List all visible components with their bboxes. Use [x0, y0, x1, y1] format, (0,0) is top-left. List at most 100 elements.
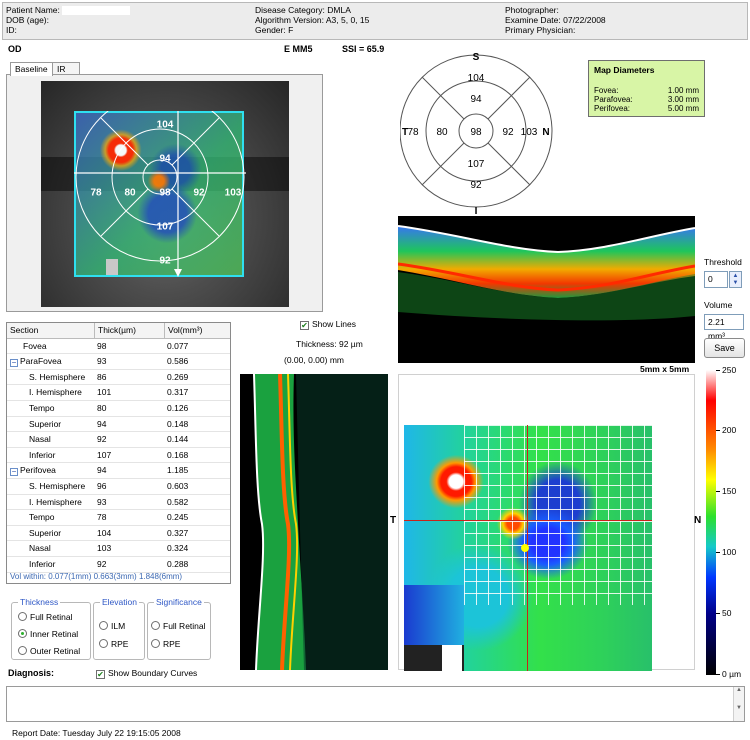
diagnosis-scrollbar[interactable]: ▲ ▼: [733, 687, 744, 721]
significance-group: Significance Full Retinal RPE: [147, 597, 211, 660]
table-row[interactable]: Inferior 92 0.288: [7, 557, 230, 573]
radio-sig-rpe[interactable]: RPE: [151, 639, 180, 649]
spinner-up-icon[interactable]: ▲: [730, 272, 741, 280]
chart-center: 98: [470, 127, 482, 138]
table-row[interactable]: Tempo 80 0.126: [7, 401, 230, 417]
table-header: Section Thick(µm) Vol(mm³): [7, 323, 230, 339]
show-boundary-checkbox[interactable]: ✔ Show Boundary Curves: [96, 668, 197, 679]
chart-inferior-inner: 107: [468, 159, 485, 170]
table-row[interactable]: Inferior 107 0.168: [7, 448, 230, 464]
physician-info: Photographer: Examine Date: 07/22/2008 P…: [505, 5, 606, 35]
table-row[interactable]: Nasal 103 0.324: [7, 541, 230, 557]
collapse-icon[interactable]: −: [10, 359, 18, 368]
radio-icon: [99, 621, 108, 630]
radio-sig-full-retinal[interactable]: Full Retinal: [151, 621, 206, 631]
table-row[interactable]: Nasal 92 0.144: [7, 432, 230, 448]
radio-outer-retinal[interactable]: Outer Retinal: [18, 646, 80, 656]
thickness-group-title: Thickness: [18, 597, 61, 607]
thickness-readout: Thickness: 92 µm: [296, 339, 363, 349]
table-row[interactable]: Tempo 78 0.245: [7, 510, 230, 526]
algorithm-version: Algorithm Version: A3, 5, 0, 15: [255, 15, 370, 25]
chart-label-t: T: [402, 127, 408, 138]
diagnosis-textarea[interactable]: ▲ ▼: [6, 686, 745, 722]
colorbar-tick: 50: [715, 608, 731, 618]
volume-label: Volume: [704, 300, 733, 310]
fundus-temporal-inner: 80: [124, 187, 136, 199]
table-row[interactable]: I. Hemisphere 101 0.317: [7, 385, 230, 401]
col-section: Section: [10, 325, 39, 335]
col-vol: Vol(mm³): [164, 323, 202, 338]
thickness-table: Section Thick(µm) Vol(mm³) Fovea 98 0.077 …: [6, 322, 231, 584]
vol-within: Vol within: 0.077(1mm) 0.663(3mm) 1.848(…: [10, 572, 183, 581]
colorbar-tick: 200: [715, 425, 736, 435]
radio-icon: [151, 639, 160, 648]
fovea-value: 1.00 mm: [667, 86, 699, 95]
report-header: Patient Name: DOB (age): ID: Disease Cat…: [2, 2, 748, 40]
table-row[interactable]: Superior 104 0.327: [7, 526, 230, 542]
chart-nasal-inner: 92: [502, 127, 514, 138]
eye-label: OD: [8, 44, 22, 54]
chart-label-i: I: [475, 206, 478, 216]
thickness-map[interactable]: [404, 425, 652, 671]
map-diameters-title: Map Diameters: [594, 65, 655, 75]
elevation-group-title: Elevation: [100, 597, 139, 607]
save-button[interactable]: Save: [704, 338, 745, 358]
threshold-input[interactable]: 0: [704, 271, 728, 288]
vertical-bscan-layers: [253, 374, 388, 670]
threshold-label: Threshold: [704, 257, 742, 267]
gray-marker: [106, 259, 118, 275]
map-white-block: [442, 645, 462, 671]
scroll-up-icon[interactable]: ▲: [734, 687, 744, 693]
patient-info: Patient Name: DOB (age): ID:: [6, 5, 131, 35]
etdrs-chart: 104 94 78 80 98 92 103 107 92 S T N I: [400, 52, 553, 216]
table-row[interactable]: − ParaFovea 93 0.586: [7, 354, 230, 370]
thickness-map-panel: T N: [390, 374, 701, 671]
coord-readout: (0.00, 0.00) mm: [284, 355, 344, 365]
table-row[interactable]: − Perifovea 94 1.185: [7, 463, 230, 479]
colorbar-tick: 150: [715, 486, 736, 496]
col-thick: Thick(µm): [94, 323, 136, 338]
collapse-icon[interactable]: −: [10, 468, 18, 477]
vertical-arrow-icon: [174, 269, 182, 277]
colorbar-tick: 0 µm: [715, 669, 741, 679]
radio-inner-retinal[interactable]: Inner Retinal: [18, 629, 78, 639]
elevation-group: Elevation ILM RPE: [93, 597, 145, 660]
scroll-down-icon[interactable]: ▼: [734, 705, 744, 711]
fundus-temporal-outer: 78: [90, 187, 102, 199]
table-row[interactable]: I. Hemisphere 93 0.582: [7, 495, 230, 511]
radio-rpe[interactable]: RPE: [99, 639, 128, 649]
horizontal-bscan[interactable]: [398, 216, 695, 363]
radio-full-retinal[interactable]: Full Retinal: [18, 612, 73, 622]
table-row[interactable]: Superior 94 0.148: [7, 417, 230, 433]
check-icon: ✔: [300, 321, 309, 330]
map-diameters-box: Map Diameters Fovea: Parafovea: Perifove…: [588, 60, 705, 117]
fundus-inferior-outer: 92: [159, 255, 171, 267]
chart-temporal-outer: 78: [407, 127, 419, 138]
map-label-n: N: [694, 515, 702, 526]
show-boundary-label: Show Boundary Curves: [108, 668, 198, 678]
tab-baseline[interactable]: Baseline: [10, 62, 53, 76]
radio-icon: [151, 621, 160, 630]
chart-superior-outer: 104: [468, 73, 485, 84]
dob-label: DOB (age):: [6, 15, 49, 26]
table-row[interactable]: Fovea 98 0.077: [7, 339, 230, 355]
table-row[interactable]: S. Hemisphere 86 0.269: [7, 370, 230, 386]
patient-name-label: Patient Name:: [6, 5, 60, 15]
fundus-superior-outer: 104: [156, 119, 174, 131]
chart-nasal-outer: 103: [521, 127, 538, 138]
radio-icon: [18, 646, 27, 655]
colorbar-tick: 250: [715, 365, 736, 375]
show-lines-checkbox[interactable]: ✔ Show Lines: [300, 319, 356, 330]
threshold-spinner[interactable]: ▲ ▼: [729, 271, 742, 288]
radio-ilm[interactable]: ILM: [99, 621, 125, 631]
vertical-bscan[interactable]: [240, 374, 388, 670]
parafovea-value: 3.00 mm: [667, 95, 699, 104]
examine-date: Examine Date: 07/22/2008: [505, 15, 606, 25]
check-icon: ✔: [96, 670, 105, 679]
report-date: Report Date: Tuesday July 22 19:15:05 20…: [12, 728, 181, 738]
parafovea-label: Parafovea:: [594, 95, 633, 104]
photographer: Photographer:: [505, 5, 559, 15]
spinner-down-icon[interactable]: ▼: [730, 280, 741, 287]
significance-group-title: Significance: [154, 597, 204, 607]
table-row[interactable]: S. Hemisphere 96 0.603: [7, 479, 230, 495]
